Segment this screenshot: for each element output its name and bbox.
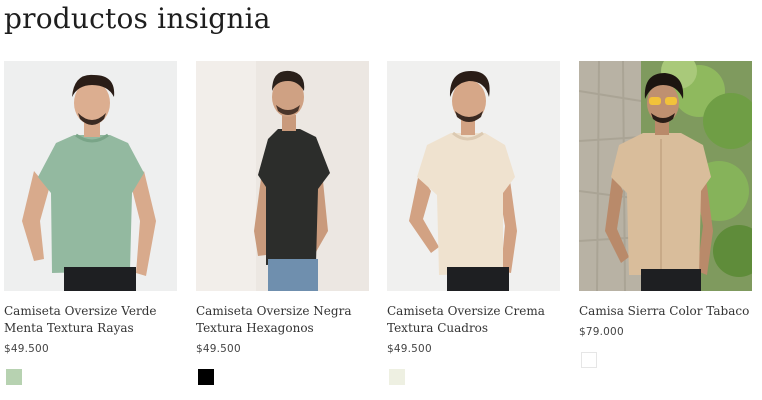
product-price: $49.500 <box>196 343 241 355</box>
product-photo <box>579 61 752 291</box>
product-image[interactable] <box>387 61 560 291</box>
product-photo <box>4 61 177 291</box>
color-swatch[interactable] <box>581 352 597 368</box>
product-card: Camiseta Oversize Negra Textura Hexagono… <box>196 61 369 356</box>
product-name[interactable]: Camisa Sierra Color Tabaco <box>579 303 752 320</box>
product-photo <box>387 61 560 291</box>
product-price: $49.500 <box>4 343 49 355</box>
product-price: $79.000 <box>579 326 624 338</box>
section-title: productos insignia <box>4 2 271 35</box>
product-card: Camiseta Oversize Verde Menta Textura Ra… <box>4 61 177 356</box>
product-name[interactable]: Camiseta Oversize Crema Textura Cuadros <box>387 303 560 337</box>
color-swatch[interactable] <box>198 369 214 385</box>
product-card: Camisa Sierra Color Tabaco $79.000 <box>579 61 752 339</box>
product-image[interactable] <box>4 61 177 291</box>
product-price: $49.500 <box>387 343 432 355</box>
product-card: Camiseta Oversize Crema Textura Cuadros … <box>387 61 560 356</box>
product-name[interactable]: Camiseta Oversize Negra Textura Hexagono… <box>196 303 369 337</box>
color-swatch[interactable] <box>6 369 22 385</box>
product-photo <box>196 61 369 291</box>
color-swatch[interactable] <box>389 369 405 385</box>
product-showcase: productos insignia Camiseta Oversize Ver… <box>0 0 762 400</box>
product-image[interactable] <box>196 61 369 291</box>
product-name[interactable]: Camiseta Oversize Verde Menta Textura Ra… <box>4 303 177 337</box>
product-image[interactable] <box>579 61 752 291</box>
